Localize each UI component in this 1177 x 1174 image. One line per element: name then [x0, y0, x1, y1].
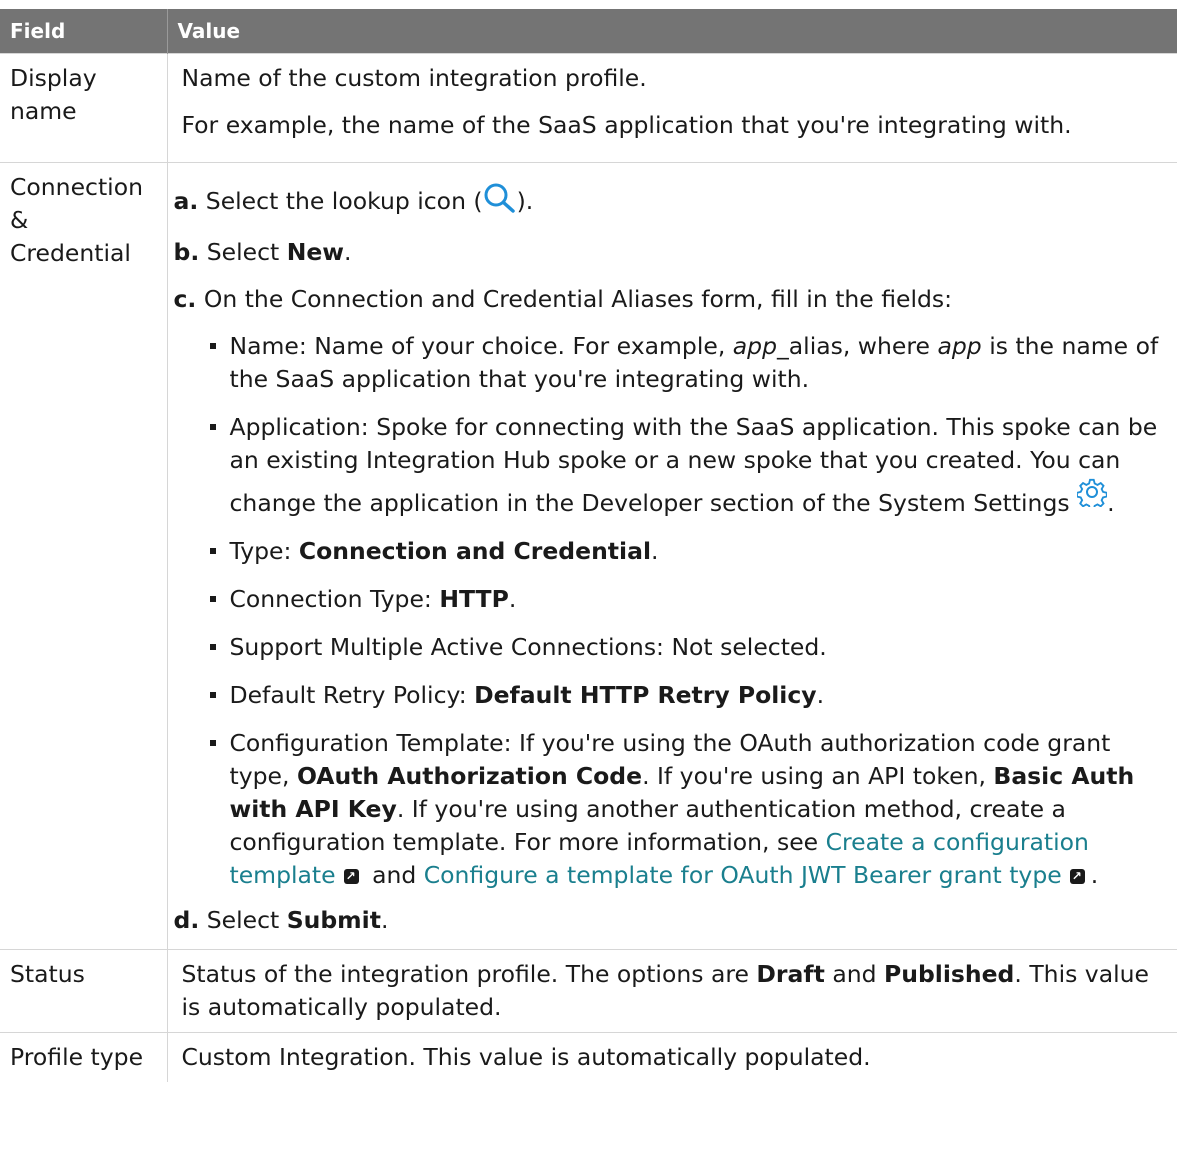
value-cell: Status of the integration profile. The o…: [167, 949, 1177, 1033]
list-item-connection-type: Connection Type: HTTP.: [209, 583, 1166, 616]
step-a-text: Select the lookup icon (: [205, 187, 483, 215]
step-b-new: New: [286, 238, 345, 266]
display-name-description: Name of the custom integration profile.: [181, 64, 647, 92]
name-text: Name: Name of your choice. For example,: [229, 332, 733, 360]
step-c: c. On the Connection and Credential Alia…: [174, 283, 1166, 316]
alias-field-list: Name: Name of your choice. For example, …: [182, 330, 1166, 892]
field-label-status: Status: [10, 960, 85, 988]
field-value-table: Field Value Display name Name of the cus…: [0, 9, 1177, 1082]
table-header-row: Field Value: [0, 9, 1177, 54]
application-post: .: [1107, 489, 1115, 517]
step-d-label: d.: [173, 906, 200, 934]
step-d-tail: .: [380, 906, 389, 934]
status-draft: Draft: [756, 960, 825, 988]
field-label-profile-type: Profile type: [10, 1043, 144, 1071]
step-d: d. Select Submit.: [174, 904, 1166, 937]
step-a-tail: ).: [516, 187, 534, 215]
field-label-ampersand: &: [10, 206, 29, 234]
field-cell: Connection & Credential: [0, 162, 168, 950]
profile-type-text: Custom Integration. This value is automa…: [181, 1043, 871, 1071]
status-text: Status of the integration profile. The o…: [181, 960, 757, 988]
application-text: Application: Spoke for connecting with t…: [229, 413, 1158, 517]
step-d-submit: Submit: [286, 906, 381, 934]
status-and: and: [824, 960, 884, 988]
list-item-type: Type: Connection and Credential.: [209, 535, 1166, 568]
step-b: b. Select New.: [174, 236, 1166, 269]
list-item-multiple-connections: Support Multiple Active Connections: Not…: [209, 631, 1166, 664]
retry-policy-post: .: [816, 681, 825, 709]
connection-type-value: HTTP: [439, 585, 509, 613]
step-b-tail: .: [344, 238, 352, 266]
column-header-value: Value: [167, 9, 1177, 54]
type-text: Type:: [229, 537, 299, 565]
table-row: Connection & Credential a. Select the lo…: [0, 162, 1177, 950]
field-label-display-name: Display name: [10, 64, 97, 125]
display-name-example: For example, the name of the SaaS applic…: [181, 111, 1072, 139]
multiple-connections-text: Support Multiple Active Connections: Not…: [229, 633, 827, 661]
value-cell: Custom Integration. This value is automa…: [167, 1032, 1177, 1082]
name-mid: _alias, where: [777, 332, 938, 360]
step-c-label: c.: [173, 285, 197, 313]
table-row: Display name Name of the custom integrat…: [0, 53, 1177, 163]
step-c-text: On the Connection and Credential Aliases…: [203, 285, 953, 313]
app-em: app: [937, 332, 982, 360]
connection-type-text: Connection Type:: [229, 585, 440, 613]
step-a-label: a.: [173, 187, 199, 215]
retry-policy-value: Default HTTP Retry Policy: [474, 681, 817, 709]
field-cell: Display name: [0, 53, 168, 163]
field-cell: Status: [0, 949, 168, 1033]
step-d-text: Select: [206, 906, 287, 934]
step-b-text: Select: [206, 238, 287, 266]
connection-type-post: .: [508, 585, 517, 613]
field-cell: Profile type: [0, 1032, 168, 1082]
external-link-icon: [1069, 869, 1085, 884]
column-header-field: Field: [0, 9, 168, 54]
list-item-name: Name: Name of your choice. For example, …: [209, 330, 1166, 396]
field-label-credential: Credential: [10, 239, 131, 267]
config-and: and: [364, 861, 424, 889]
list-item-configuration-template: Configuration Template: If you're using …: [209, 727, 1166, 892]
config-post: .: [1090, 861, 1099, 889]
table-row: Profile type Custom Integration. This va…: [0, 1032, 1177, 1082]
table-row: Status Status of the integration profile…: [0, 949, 1177, 1033]
config-mid1: . If you're using an API token,: [642, 762, 994, 790]
retry-policy-text: Default Retry Policy:: [229, 681, 475, 709]
step-b-label: b.: [173, 238, 200, 266]
value-cell: a. Select the lookup icon (). b. Select …: [167, 162, 1177, 950]
field-label-connection: Connection: [10, 173, 143, 201]
type-value: Connection and Credential: [298, 537, 651, 565]
status-published: Published: [884, 960, 1015, 988]
gear-icon: [1076, 477, 1108, 516]
value-cell: Name of the custom integration profile. …: [167, 53, 1177, 163]
lookup-icon: [483, 183, 517, 222]
configure-jwt-template-link[interactable]: Configure a template for OAuth JWT Beare…: [424, 861, 1062, 889]
list-item-application: Application: Spoke for connecting with t…: [209, 411, 1166, 520]
oauth-auth-code: OAuth Authorization Code: [296, 762, 643, 790]
step-a: a. Select the lookup icon ().: [174, 183, 1166, 222]
app-em: app: [732, 332, 778, 360]
type-post: .: [651, 537, 659, 565]
list-item-retry-policy: Default Retry Policy: Default HTTP Retry…: [209, 679, 1166, 712]
external-link-icon: [343, 869, 359, 884]
